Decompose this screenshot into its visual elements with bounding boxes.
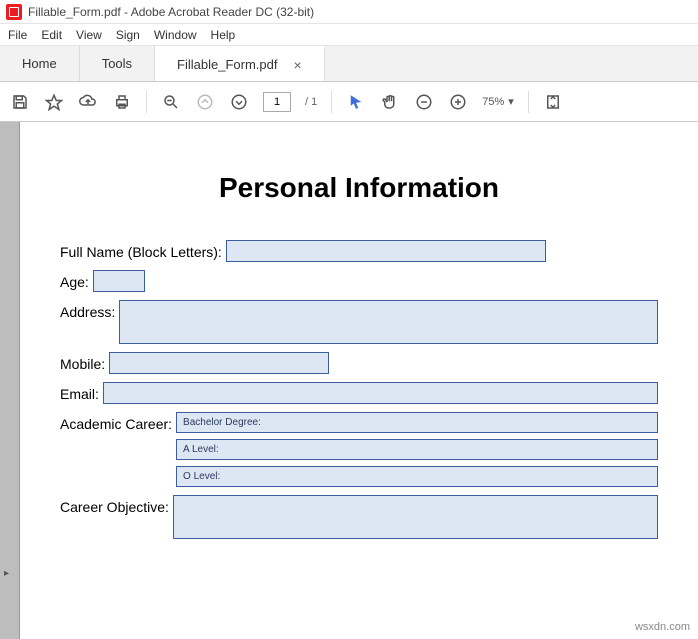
menu-file[interactable]: File — [8, 28, 27, 42]
menu-sign[interactable]: Sign — [116, 28, 140, 42]
expand-panel-icon[interactable]: ▸ — [4, 568, 9, 579]
label-mobile: Mobile: — [60, 352, 109, 372]
tabbar: Home Tools Fillable_Form.pdf × — [0, 46, 698, 82]
app-icon — [6, 4, 22, 20]
star-icon[interactable] — [44, 92, 64, 112]
input-career-objective[interactable] — [173, 495, 658, 539]
zoom-minus-icon[interactable] — [414, 92, 434, 112]
page-viewport: Personal Information Full Name (Block Le… — [20, 122, 698, 639]
toolbar-divider — [528, 91, 529, 113]
menu-view[interactable]: View — [76, 28, 102, 42]
select-tool-icon[interactable] — [346, 92, 366, 112]
chevron-down-icon: ▾ — [508, 95, 514, 108]
input-full-name[interactable] — [226, 240, 546, 262]
zoom-out-icon[interactable] — [161, 92, 181, 112]
window-title: Fillable_Form.pdf - Adobe Acrobat Reader… — [28, 5, 314, 19]
zoom-dropdown[interactable]: 75%▾ — [482, 95, 514, 108]
input-email[interactable] — [103, 382, 658, 404]
tab-document-label: Fillable_Form.pdf — [177, 57, 277, 72]
label-address: Address: — [60, 300, 119, 320]
form-heading: Personal Information — [60, 172, 658, 204]
label-age: Age: — [60, 270, 93, 290]
input-academic-olevel[interactable]: O Level: — [176, 466, 658, 487]
menu-edit[interactable]: Edit — [41, 28, 62, 42]
fit-page-icon[interactable] — [543, 92, 563, 112]
label-email: Email: — [60, 382, 103, 402]
menu-help[interactable]: Help — [211, 28, 236, 42]
menu-window[interactable]: Window — [154, 28, 197, 42]
print-icon[interactable] — [112, 92, 132, 112]
watermark: wsxdn.com — [635, 621, 690, 633]
input-address[interactable] — [119, 300, 658, 344]
label-career-objective: Career Objective: — [60, 495, 173, 515]
menubar: File Edit View Sign Window Help — [0, 24, 698, 46]
input-academic-alevel[interactable]: A Level: — [176, 439, 658, 460]
document-area: ▸ Personal Information Full Name (Block … — [0, 122, 698, 639]
label-full-name: Full Name (Block Letters): — [60, 240, 226, 260]
toolbar-divider — [146, 91, 147, 113]
thumbnail-panel-collapsed[interactable]: ▸ — [0, 122, 20, 639]
titlebar: Fillable_Form.pdf - Adobe Acrobat Reader… — [0, 0, 698, 24]
tab-tools[interactable]: Tools — [80, 46, 155, 81]
toolbar-divider — [331, 91, 332, 113]
toolbar: / 1 75%▾ — [0, 82, 698, 122]
page-up-icon[interactable] — [195, 92, 215, 112]
label-academic-career: Academic Career: — [60, 412, 176, 432]
tab-home[interactable]: Home — [0, 46, 80, 81]
page-number-input[interactable] — [263, 92, 291, 112]
input-mobile[interactable] — [109, 352, 329, 374]
page-down-icon[interactable] — [229, 92, 249, 112]
pdf-page: Personal Information Full Name (Block Le… — [30, 152, 688, 567]
tab-document[interactable]: Fillable_Form.pdf × — [155, 46, 325, 81]
page-total: / 1 — [305, 96, 317, 108]
input-academic-bachelor[interactable]: Bachelor Degree: — [176, 412, 658, 433]
save-icon[interactable] — [10, 92, 30, 112]
hand-tool-icon[interactable] — [380, 92, 400, 112]
cloud-upload-icon[interactable] — [78, 92, 98, 112]
close-icon[interactable]: × — [293, 57, 301, 73]
zoom-plus-icon[interactable] — [448, 92, 468, 112]
input-age[interactable] — [93, 270, 145, 292]
